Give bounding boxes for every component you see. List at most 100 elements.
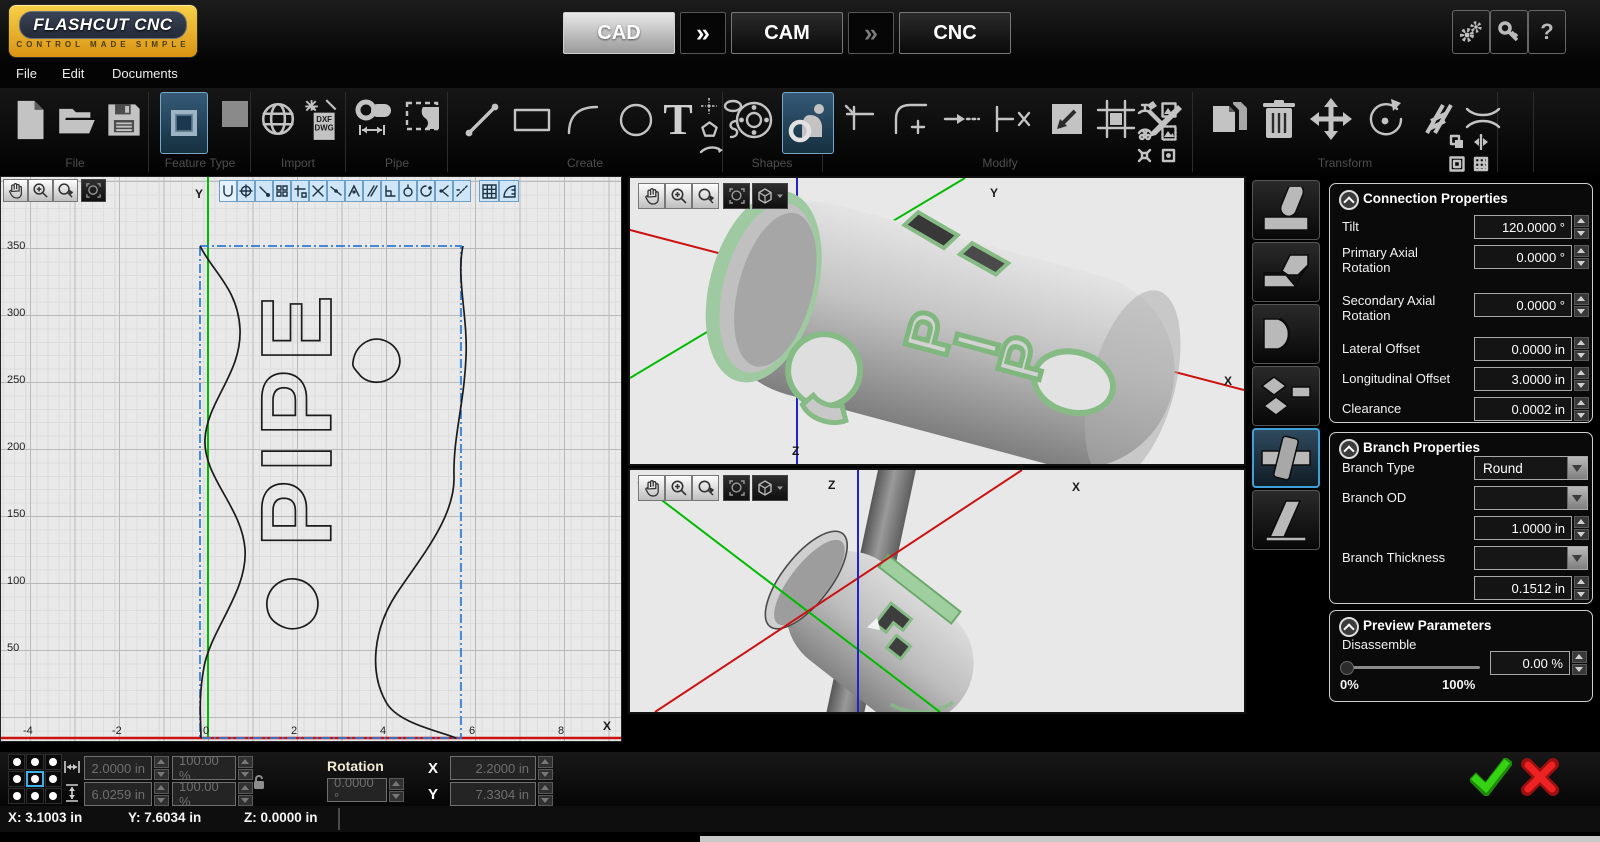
- spin-down-icon[interactable]: [1574, 306, 1589, 318]
- branch-thickness-size-field[interactable]: 0.1512 in: [1474, 576, 1589, 600]
- spin-up-icon[interactable]: [1574, 516, 1589, 528]
- extend-tool-button[interactable]: [940, 96, 988, 142]
- spin-down-icon[interactable]: [1574, 529, 1589, 541]
- move-button[interactable]: [1306, 94, 1356, 144]
- spin-down-icon[interactable]: [538, 769, 553, 781]
- spinner[interactable]: [1574, 293, 1589, 317]
- zoom-window-button[interactable]: [692, 475, 719, 501]
- spinner[interactable]: [1574, 337, 1589, 361]
- spinner[interactable]: [1572, 651, 1587, 675]
- field-value[interactable]: 0.0000 °: [1474, 245, 1572, 269]
- disassemble-value-field[interactable]: 0.00 %: [1490, 651, 1587, 675]
- spinner[interactable]: [154, 756, 169, 780]
- spinner[interactable]: [538, 782, 553, 806]
- field-value[interactable]: 2.0000 in: [84, 756, 152, 780]
- spin-up-icon[interactable]: [238, 782, 253, 794]
- spin-up-icon[interactable]: [1574, 215, 1589, 227]
- open-file-button[interactable]: [54, 94, 100, 146]
- pipe-outline-text[interactable]: PIPE: [241, 287, 353, 547]
- slider-track[interactable]: [1340, 666, 1480, 669]
- field-value[interactable]: 6.0259 in: [84, 782, 152, 806]
- spin-up-icon[interactable]: [1574, 337, 1589, 349]
- dropdown-arrow-icon[interactable]: [1567, 547, 1587, 569]
- spin-down-icon[interactable]: [389, 791, 404, 803]
- branch-type-dropdown[interactable]: Round: [1474, 456, 1588, 480]
- spin-down-icon[interactable]: [154, 795, 169, 807]
- snap-center-button[interactable]: [237, 180, 255, 202]
- zoom-in-button[interactable]: [665, 183, 692, 209]
- grid-toggle-button[interactable]: [479, 180, 499, 202]
- spin-down-icon[interactable]: [1574, 589, 1589, 601]
- blob-shape-1[interactable]: [353, 339, 400, 382]
- spin-up-icon[interactable]: [389, 778, 404, 790]
- spin-down-icon[interactable]: [154, 769, 169, 781]
- rotation-field[interactable]: 0.0000 °: [327, 778, 404, 802]
- field-value[interactable]: 2.2000 in: [450, 756, 536, 780]
- import-dxf-button[interactable]: DXF DWG: [300, 94, 342, 146]
- spin-down-icon[interactable]: [1574, 410, 1589, 422]
- spinner[interactable]: [154, 782, 169, 806]
- settings-button[interactable]: [1452, 10, 1490, 54]
- blob-shape-2[interactable]: [267, 579, 318, 629]
- snap-tangent-button[interactable]: [399, 180, 417, 202]
- accept-button[interactable]: [1470, 758, 1512, 796]
- spinner[interactable]: [238, 756, 253, 780]
- anchor-cell[interactable]: [45, 754, 62, 770]
- protractor-button[interactable]: [499, 180, 519, 202]
- field-value[interactable]: 0.0000 °: [327, 778, 387, 802]
- snap-endpoint-button[interactable]: [255, 180, 273, 202]
- line-tool-button[interactable]: [458, 94, 506, 146]
- field-value[interactable]: 0.0000 in: [1474, 337, 1572, 361]
- pipe-wrap-button[interactable]: [402, 94, 446, 140]
- stretch-button[interactable]: [1462, 98, 1504, 138]
- spin-down-icon[interactable]: [1574, 228, 1589, 240]
- spin-up-icon[interactable]: [1574, 397, 1589, 409]
- save-file-button[interactable]: [102, 94, 146, 146]
- circle-tool-button[interactable]: [612, 94, 660, 146]
- spin-down-icon[interactable]: [1572, 664, 1587, 676]
- arc-tool-button[interactable]: [560, 94, 608, 146]
- joint-type-cope-button[interactable]: [1252, 304, 1320, 364]
- anchor-cell[interactable]: [26, 788, 43, 804]
- spinner[interactable]: [538, 756, 553, 780]
- spin-up-icon[interactable]: [1574, 293, 1589, 305]
- x-position-field[interactable]: 2.2000 in: [450, 756, 553, 780]
- menu-edit[interactable]: Edit: [62, 66, 84, 81]
- zoom-window-button[interactable]: [692, 183, 719, 209]
- help-button[interactable]: ?: [1528, 10, 1566, 54]
- field-value[interactable]: 0.0000 °: [1474, 293, 1572, 317]
- spin-up-icon[interactable]: [1572, 651, 1587, 663]
- clearance-field[interactable]: 0.0002 in: [1474, 397, 1589, 421]
- snap-grid-button[interactable]: [273, 180, 291, 202]
- mirror-copy-button[interactable]: [1448, 134, 1465, 149]
- snap-quadrant-button[interactable]: [417, 180, 435, 202]
- mountain-frame2-button[interactable]: [1160, 125, 1177, 140]
- left-wave-curve[interactable]: [200, 246, 245, 738]
- zoom-extents-button[interactable]: [723, 183, 750, 209]
- joint-type-through-button[interactable]: [1252, 428, 1320, 488]
- secondary-axial-rotation-field[interactable]: 0.0000 °: [1474, 293, 1589, 317]
- snap-node-button[interactable]: [435, 180, 453, 202]
- primary-axial-rotation-field[interactable]: 0.0000 °: [1474, 245, 1589, 269]
- snap-perpendicular-button[interactable]: [381, 180, 399, 202]
- spin-down-icon[interactable]: [538, 795, 553, 807]
- height-percent-field[interactable]: 100.00 %: [172, 782, 253, 806]
- zoom-extents-button[interactable]: [81, 179, 106, 202]
- zoom-window-button[interactable]: [53, 179, 78, 202]
- frame-tool-button[interactable]: [1092, 96, 1140, 142]
- spin-down-icon[interactable]: [238, 795, 253, 807]
- field-value[interactable]: 120.0000 °: [1474, 215, 1572, 239]
- point-tool-button[interactable]: [698, 96, 720, 116]
- collapse-chevron-icon[interactable]: [1339, 439, 1359, 459]
- fillet-tool-button[interactable]: [888, 96, 936, 142]
- anchor-cell[interactable]: [26, 754, 43, 770]
- polygon-tool-button[interactable]: [698, 118, 720, 140]
- snap-parallel-button[interactable]: [363, 180, 381, 202]
- anchor-cell[interactable]: [45, 771, 62, 787]
- spin-up-icon[interactable]: [238, 756, 253, 768]
- arc-3point-tool-button[interactable]: [698, 140, 726, 156]
- anchor-cell-selected[interactable]: [26, 771, 43, 787]
- snap-cross-button[interactable]: [309, 180, 327, 202]
- shape-library-button[interactable]: [782, 92, 834, 154]
- lock-aspect-icon[interactable]: [252, 774, 266, 790]
